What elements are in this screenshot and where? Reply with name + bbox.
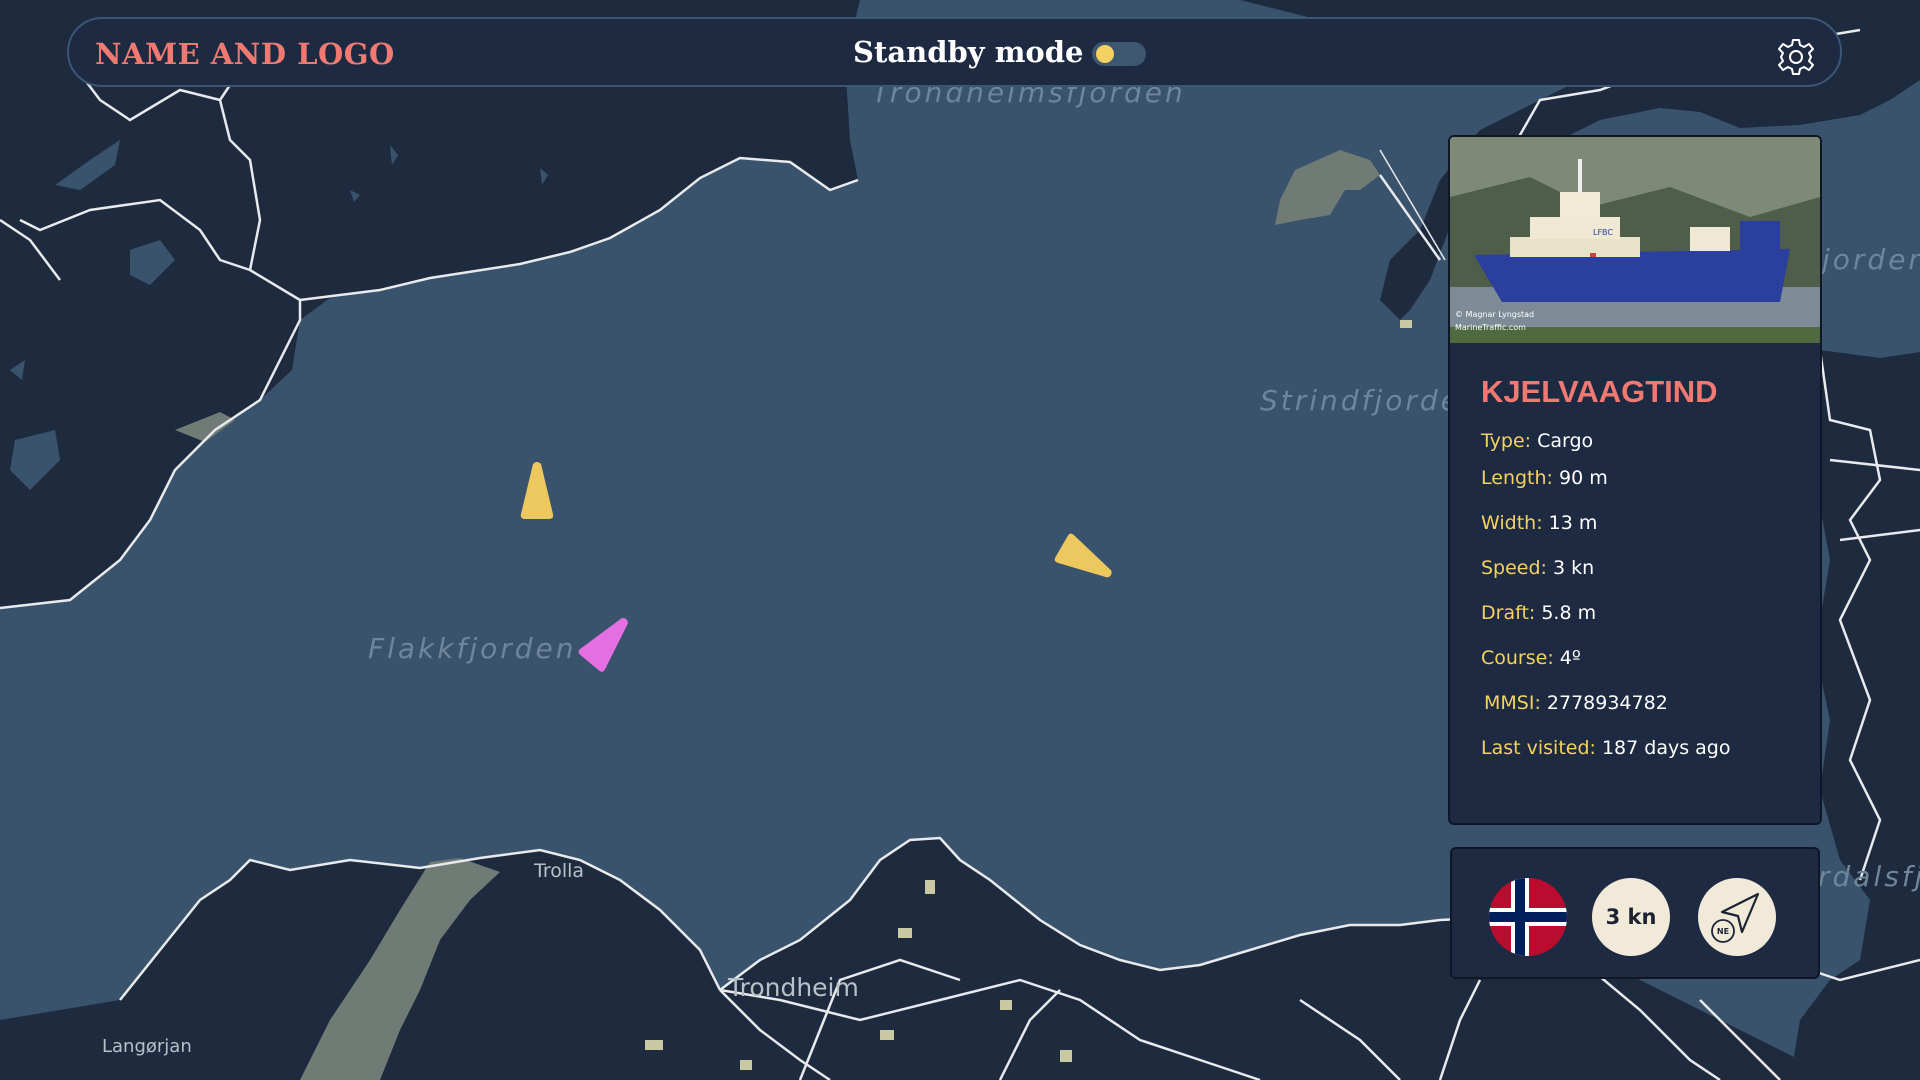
field-label: Course:	[1481, 647, 1554, 669]
photo-credit: © Magnar Lyngstad	[1455, 310, 1534, 319]
field-value: 5.8 m	[1535, 602, 1597, 624]
standby-toggle-knob	[1096, 45, 1114, 63]
field-value: 90 m	[1552, 467, 1608, 489]
field-label: Type:	[1481, 430, 1532, 452]
vessel-field-last-visited: Last visited: 187 days ago	[1481, 737, 1730, 759]
field-label: Width:	[1481, 512, 1543, 534]
vessel-field-draft: Draft: 5.8 m	[1481, 602, 1596, 624]
standby-mode-label: Standby mode	[853, 35, 1084, 69]
field-label: Draft:	[1481, 602, 1536, 624]
place-label-flakkfjorden: Flakkfjorden	[368, 632, 577, 665]
standby-toggle[interactable]	[1092, 42, 1146, 66]
norway-flag-icon	[1489, 878, 1567, 956]
brand-logo[interactable]: NAME AND LOGO	[95, 37, 395, 71]
field-label: MMSI:	[1484, 692, 1541, 714]
vessel-indicator-panel: 3 kn NE	[1450, 847, 1820, 979]
town-label-langorjan: Langørjan	[102, 1036, 192, 1057]
vessel-name: KJELVAAGTIND	[1481, 374, 1718, 409]
top-bar: NAME AND LOGO Standby mode	[67, 17, 1842, 87]
field-value: Cargo	[1531, 430, 1594, 452]
course-direction-label: NE	[1717, 927, 1729, 936]
place-label-strindfjorden: Strindfjorde	[1260, 384, 1461, 417]
field-label: Last visited:	[1481, 737, 1596, 759]
vessel-photo: LFBC © Magnar Lyngstad MarineTraffic.com	[1450, 137, 1820, 343]
vessel-field-width: Width: 13 m	[1481, 512, 1597, 534]
field-label: Length:	[1481, 467, 1553, 489]
vessel-hull-mark: LFBC	[1593, 228, 1613, 237]
town-label-trolla: Trolla	[534, 860, 585, 882]
vessel-field-length: Length: 90 m	[1481, 467, 1608, 489]
place-label-jorden: jorden	[1822, 243, 1920, 276]
settings-gear-icon[interactable]	[1776, 37, 1816, 77]
place-label-rdalsfj: rdalsfj	[1818, 860, 1920, 893]
field-value: 187 days ago	[1595, 737, 1731, 759]
vessel-field-speed: Speed: 3 kn	[1481, 557, 1594, 579]
field-value: 4º	[1553, 647, 1581, 669]
town-label-trondheim: Trondheim	[728, 973, 859, 1002]
photo-credit-site: MarineTraffic.com	[1455, 323, 1526, 332]
field-label: Speed:	[1481, 557, 1547, 579]
field-value: 3 kn	[1546, 557, 1595, 579]
vessel-field-mmsi: MMSI: 2778934782	[1484, 692, 1668, 714]
field-value: 13 m	[1542, 512, 1598, 534]
vessel-info-card: LFBC © Magnar Lyngstad MarineTraffic.com…	[1448, 135, 1822, 825]
course-indicator: NE	[1698, 878, 1776, 956]
field-value: 2778934782	[1540, 692, 1668, 714]
vessel-field-type: Type: Cargo	[1481, 430, 1593, 452]
speed-indicator: 3 kn	[1592, 878, 1670, 956]
vessel-field-course: Course: 4º	[1481, 647, 1581, 669]
